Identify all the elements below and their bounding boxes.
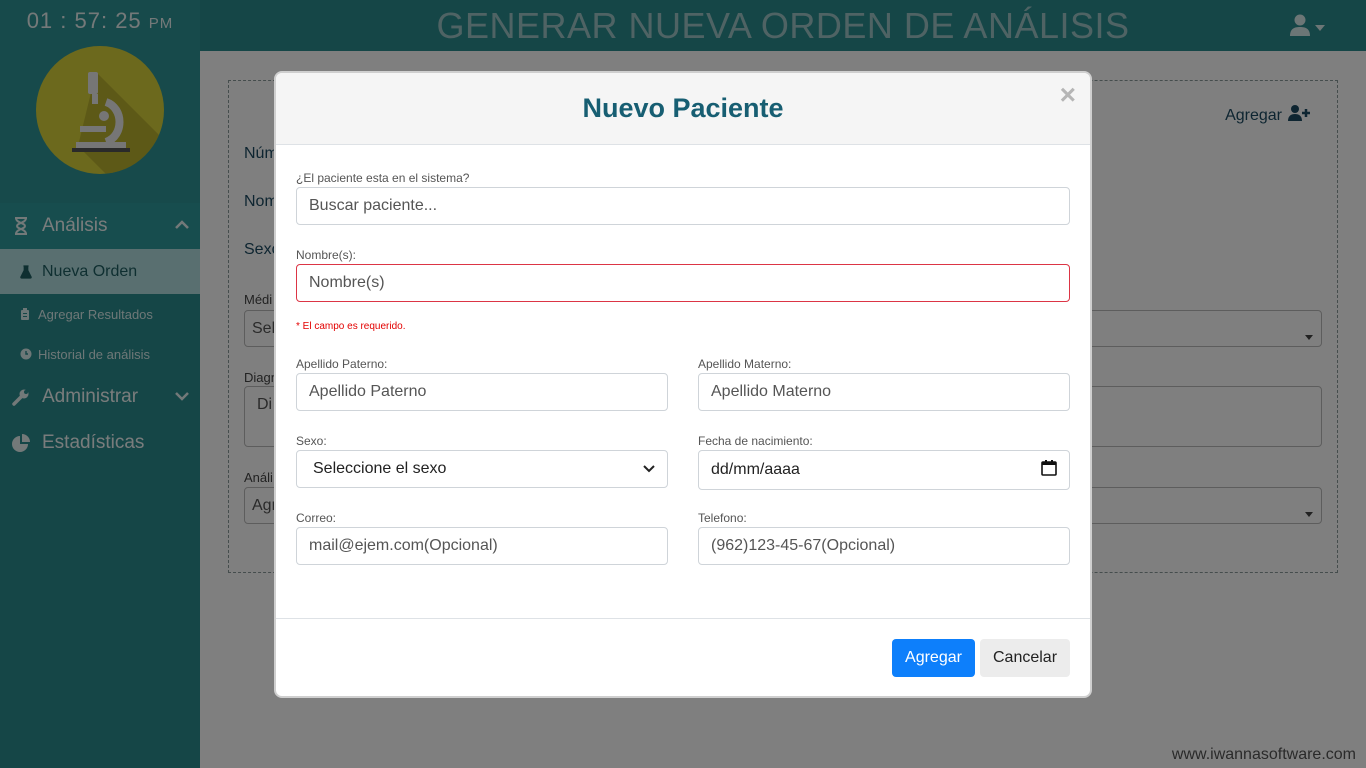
nombre-error: * El campo es requerido. bbox=[296, 321, 406, 332]
apellido-paterno-input[interactable]: Apellido Paterno bbox=[296, 373, 668, 411]
calendar-icon[interactable] bbox=[1041, 459, 1057, 481]
fecha-nacimiento-input[interactable]: dd/mm/aaaa bbox=[698, 450, 1070, 490]
telefono-label: Telefono: bbox=[698, 511, 747, 525]
sexo-select[interactable]: Seleccione el sexo bbox=[296, 450, 668, 488]
sexo-label: Sexo: bbox=[296, 434, 327, 448]
nuevo-paciente-modal: Nuevo Paciente × ¿El paciente esta en el… bbox=[274, 71, 1092, 698]
modal-header: Nuevo Paciente × bbox=[276, 73, 1090, 145]
close-icon[interactable]: × bbox=[1060, 79, 1076, 111]
agregar-button[interactable]: Agregar bbox=[892, 639, 975, 677]
correo-input[interactable]: mail@ejem.com(Opcional) bbox=[296, 527, 668, 565]
modal-footer: Agregar Cancelar bbox=[276, 618, 1090, 696]
cancelar-button[interactable]: Cancelar bbox=[980, 639, 1070, 677]
telefono-input[interactable]: (962)123-45-67(Opcional) bbox=[698, 527, 1070, 565]
search-patient-input[interactable]: Buscar paciente... bbox=[296, 187, 1070, 225]
fecha-label: Fecha de nacimiento: bbox=[698, 434, 813, 448]
apellido-paterno-label: Apellido Paterno: bbox=[296, 357, 388, 371]
apellido-materno-input[interactable]: Apellido Materno bbox=[698, 373, 1070, 411]
search-label: ¿El paciente esta en el sistema? bbox=[296, 171, 470, 185]
chevron-down-icon bbox=[643, 460, 655, 478]
nombre-input[interactable]: Nombre(s) bbox=[296, 264, 1070, 302]
nombre-label: Nombre(s): bbox=[296, 248, 357, 262]
modal-title: Nuevo Paciente bbox=[582, 93, 784, 123]
fecha-value: dd/mm/aaaa bbox=[711, 461, 800, 478]
apellido-materno-label: Apellido Materno: bbox=[698, 357, 792, 371]
sexo-value: Seleccione el sexo bbox=[313, 460, 447, 477]
correo-label: Correo: bbox=[296, 511, 337, 525]
